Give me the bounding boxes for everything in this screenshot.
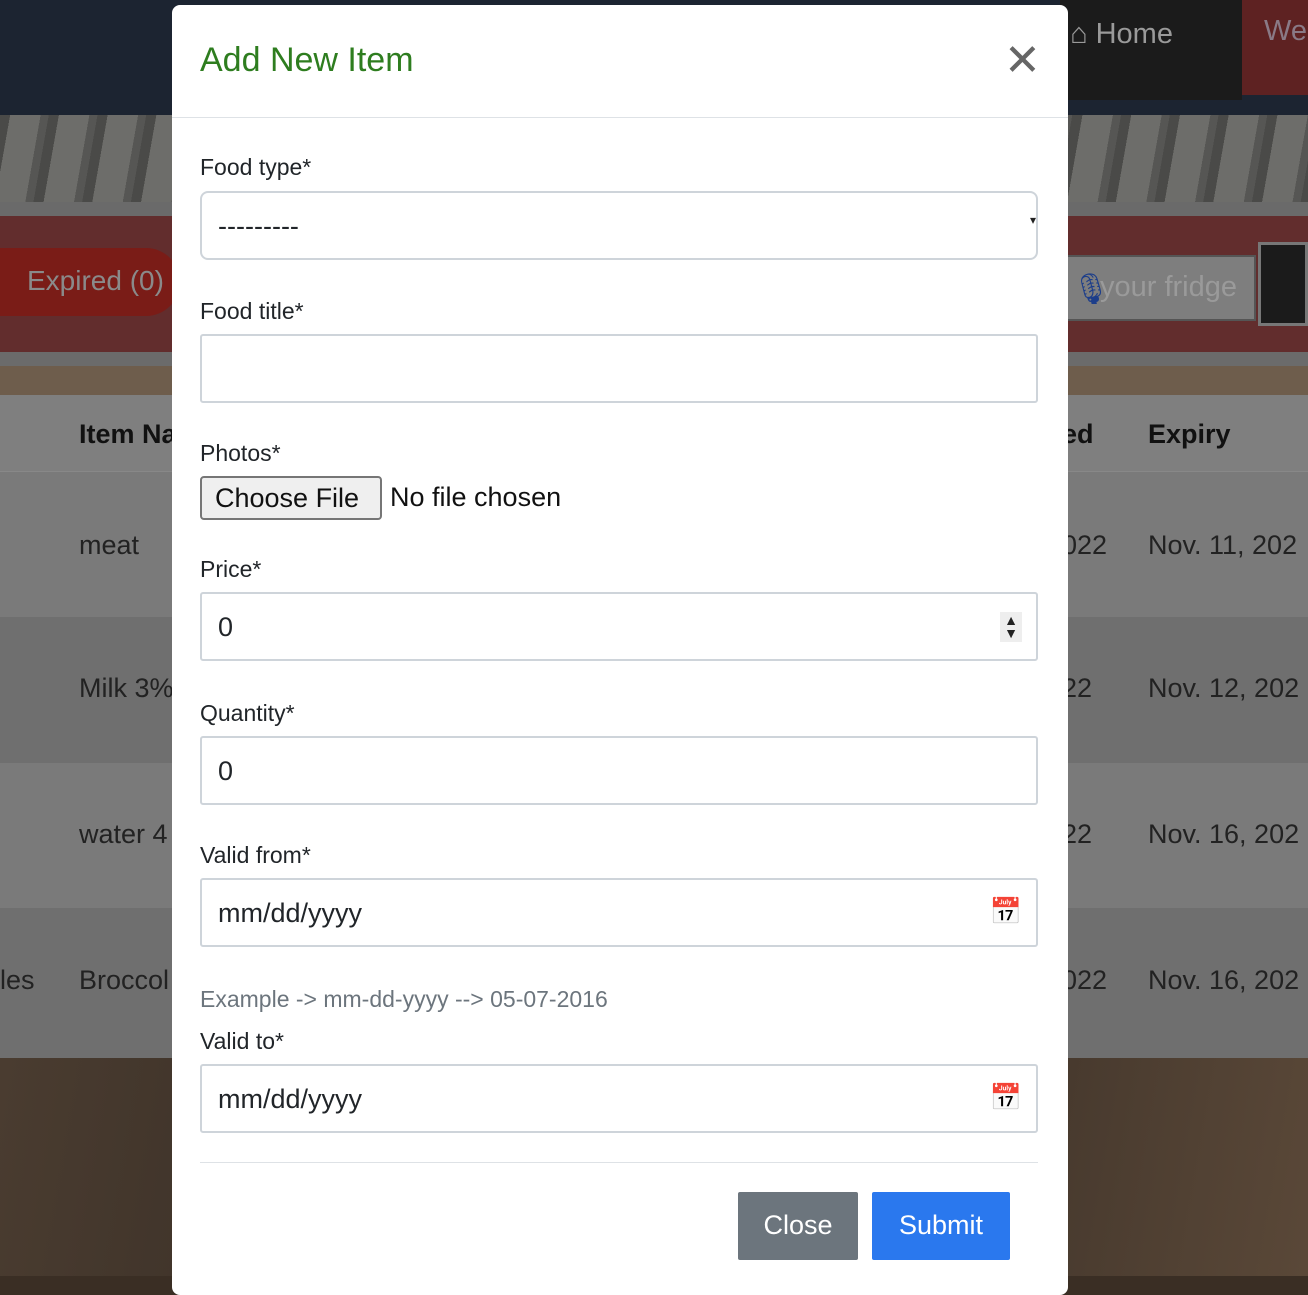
item-name: Broccol [79,965,170,995]
calendar-icon[interactable]: 📅 [990,896,1022,927]
nav-home[interactable]: ⌂ Home [1060,0,1242,100]
food-type-value: --------- [218,211,299,241]
food-type-select[interactable]: --------- ▾ [200,191,1038,260]
choose-file-button[interactable]: Choose File [200,476,382,520]
item-category: les [0,965,35,995]
food-title-label: Food title* [200,298,304,324]
nav-welcome[interactable]: We [1242,0,1308,95]
item-expiry: Nov. 12, 202 [1148,673,1300,703]
search-button[interactable] [1258,242,1308,326]
item-name: meat [79,530,140,560]
valid-from-placeholder: mm/dd/yyyy [218,898,363,928]
price-input[interactable]: 0 ▲ ▼ [200,592,1038,661]
modal-title: Add New Item [200,41,414,79]
valid-to-placeholder: mm/dd/yyyy [218,1084,363,1114]
item-name: water 4 [79,819,168,849]
item-expiry: Nov. 16, 202 [1148,965,1300,995]
close-button[interactable]: Close [738,1192,858,1260]
valid-to-input[interactable]: mm/dd/yyyy 📅 [200,1064,1038,1133]
price-label: Price* [200,556,262,582]
date-help-text: Example -> mm-dd-yyyy --> 05-07-2016 [200,986,608,1012]
item-added: 022 [1062,530,1108,560]
modal-footer-divider [200,1162,1038,1163]
spinner-icon[interactable]: ▲ ▼ [1000,612,1022,642]
valid-to-label: Valid to* [200,1028,284,1054]
valid-from-input[interactable]: mm/dd/yyyy 📅 [200,878,1038,947]
add-item-modal: Add New Item ✕ Food type* --------- ▾ Foo… [172,5,1068,1295]
header-expiry: Expiry [1148,419,1231,449]
modal-header: Add New Item ✕ [172,5,1068,118]
close-icon[interactable]: ✕ [1004,35,1041,86]
home-icon: ⌂ [1070,18,1088,50]
valid-from-label: Valid from* [200,842,311,868]
item-added: 022 [1062,965,1108,995]
item-expiry: Nov. 16, 202 [1148,819,1300,849]
header-item-name: Item Na [79,419,177,449]
food-title-input[interactable] [200,334,1038,403]
quantity-input[interactable]: 0 [200,736,1038,805]
chevron-down-icon: ▾ [1029,213,1036,227]
item-expiry: Nov. 11, 202 [1148,530,1298,560]
file-status: No file chosen [390,482,562,512]
expired-filter-button[interactable]: Expired (0) [0,248,180,316]
submit-button[interactable]: Submit [872,1192,1010,1260]
price-value: 0 [218,612,234,642]
calendar-icon[interactable]: 📅 [990,1082,1022,1113]
item-name: Milk 3% [79,673,174,703]
food-type-label: Food type* [200,154,312,180]
quantity-label: Quantity* [200,700,295,726]
microphone-icon[interactable]: 🎙 [1072,272,1110,312]
photos-label: Photos* [200,440,281,466]
